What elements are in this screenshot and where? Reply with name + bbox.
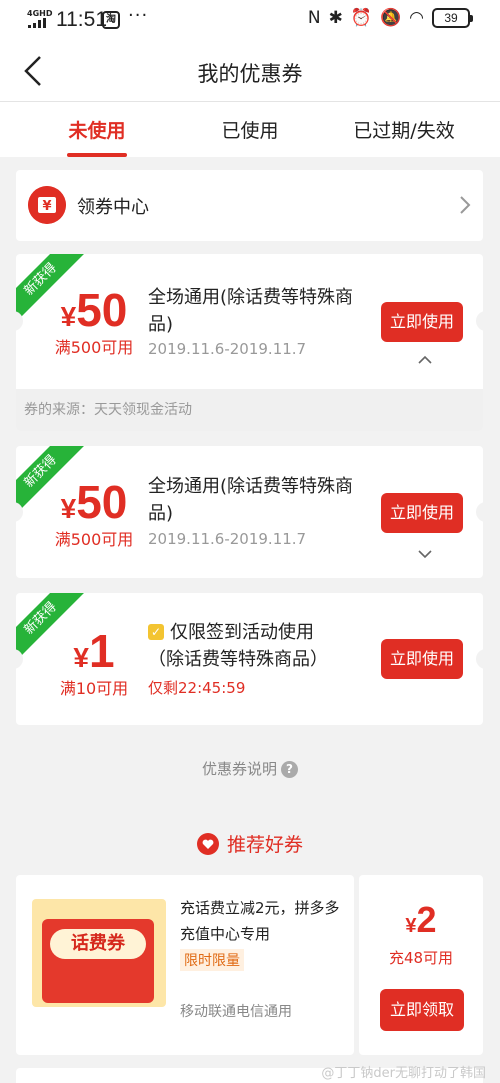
chevron-up-icon[interactable] [417,354,433,364]
tab-expired[interactable]: 已过期/失效 [348,116,460,143]
claim-now-button[interactable]: 立即领取 [380,989,464,1031]
amount-value: 50 [76,284,128,336]
thumbnail-label: 话费券 [50,929,146,959]
mute-icon: 🔕 [379,8,402,28]
use-now-button[interactable]: 立即使用 [381,302,463,342]
recommend-amount: ¥2 [359,899,483,941]
tab-indicator [67,153,127,157]
coupon-amount: ¥50 满500可用 [38,476,150,550]
recommend-description: 充话费立减2元，拼多多充值中心专用 [180,899,340,943]
notch-right [476,311,483,331]
recommend-header: 推荐好券 [0,830,500,857]
amount-value: 50 [76,476,128,528]
more-notifications-icon: ··· [128,5,149,26]
coupon-explain-link[interactable]: 优惠券说明? [0,758,500,779]
coupon-description: 全场通用(除话费等特殊商品) [148,287,354,335]
use-now-button[interactable]: 立即使用 [381,639,463,679]
signal-icon [28,18,46,28]
nav-bar: 我的优惠券 [0,40,500,102]
page-title: 我的优惠券 [197,62,303,86]
notch-right [476,502,483,522]
network-type: 4GHD [27,9,53,18]
coupon-description: ✓ 仅限签到活动使用 （除话费等特殊商品） [148,619,368,673]
coupon-dates: 2019.11.6-2019.11.7 [148,340,307,358]
coupon-card: 新获得 ¥1 满10可用 ✓ 仅限签到活动使用 （除话费等特殊商品） 仅剩22:4… [16,593,483,725]
coupon-amount: ¥1 满10可用 [38,625,150,699]
currency-symbol: ¥ [60,493,77,524]
alarm-icon: ⏰ [350,8,372,28]
coupon-description-line1: 仅限签到活动使用 [170,622,314,643]
status-bar: 4GHD 11:51 淘 ··· N ✱ ⏰ 🔕 ◠ 39 [0,0,500,40]
coupon-card: 新获得 ¥50 满500可用 全场通用(除话费等特殊商品) 2019.11.6-… [16,446,483,578]
chevron-right-icon [460,196,471,214]
checkin-icon: ✓ [148,624,164,640]
coupon-condition: 满500可用 [54,530,134,549]
coupon-condition: 满500可用 [54,338,134,357]
tab-used[interactable]: 已使用 [218,116,282,143]
currency-symbol: ¥ [405,915,417,937]
taobao-app-icon: 淘 [102,11,120,29]
coupon-amount: ¥50 满500可用 [38,284,150,358]
recommended-coupon: 话费券 充话费立减2元，拼多多充值中心专用 限时限量 移动联通电信通用 [16,875,354,1055]
recommended-coupon-value: ¥2 充48可用 立即领取 [359,875,483,1055]
svg-text:¥: ¥ [42,199,51,214]
amount-value: 1 [88,625,115,677]
coupon-source: 券的来源：天天领现金活动 [16,389,483,431]
amount-value: 2 [416,899,437,940]
carrier-tag: 移动联通电信通用 [180,1004,292,1020]
nfc-icon: N [307,8,321,28]
limited-badge: 限时限量 [180,949,244,971]
tab-unused[interactable]: 未使用 [67,116,127,143]
use-now-button[interactable]: 立即使用 [381,493,463,533]
coupon-explain-label: 优惠券说明 [201,760,277,778]
heart-icon [196,833,219,855]
status-icons: N ✱ ⏰ 🔕 ◠ 39 [307,8,473,28]
coupon-center-icon: ¥ [28,186,66,224]
coupon-description-line2: （除话费等特殊商品） [148,649,328,670]
currency-symbol: ¥ [60,301,77,332]
countdown-timer: 仅剩22:45:59 [148,679,246,697]
coupon-condition: 满10可用 [59,679,129,698]
coupon-center-label: 领券中心 [77,197,149,218]
coupon-description: 全场通用(除话费等特殊商品) [148,476,354,524]
bluetooth-icon: ✱ [328,8,343,28]
watermark: @丁丁钠der无聊打动了韩国 [321,1066,486,1081]
recommend-condition: 充48可用 [388,949,454,967]
notch-right [476,649,483,669]
help-icon: ? [281,761,298,778]
coupon-center-row[interactable]: ¥ 领券中心 [16,170,483,241]
coupon-dates: 2019.11.6-2019.11.7 [148,530,307,548]
battery-icon: 39 [432,8,473,28]
tab-bar: 未使用 已使用 已过期/失效 [0,102,500,157]
chevron-down-icon[interactable] [417,549,433,559]
coupon-card: 新获得 ¥50 满500可用 全场通用(除话费等特殊商品) 2019.11.6-… [16,254,483,431]
currency-symbol: ¥ [73,642,89,673]
recommend-title: 推荐好券 [226,834,303,856]
phone-credit-thumbnail: 话费券 [32,899,166,1007]
status-time: 11:51 [56,8,107,31]
wifi-icon: ◠ [409,8,424,28]
